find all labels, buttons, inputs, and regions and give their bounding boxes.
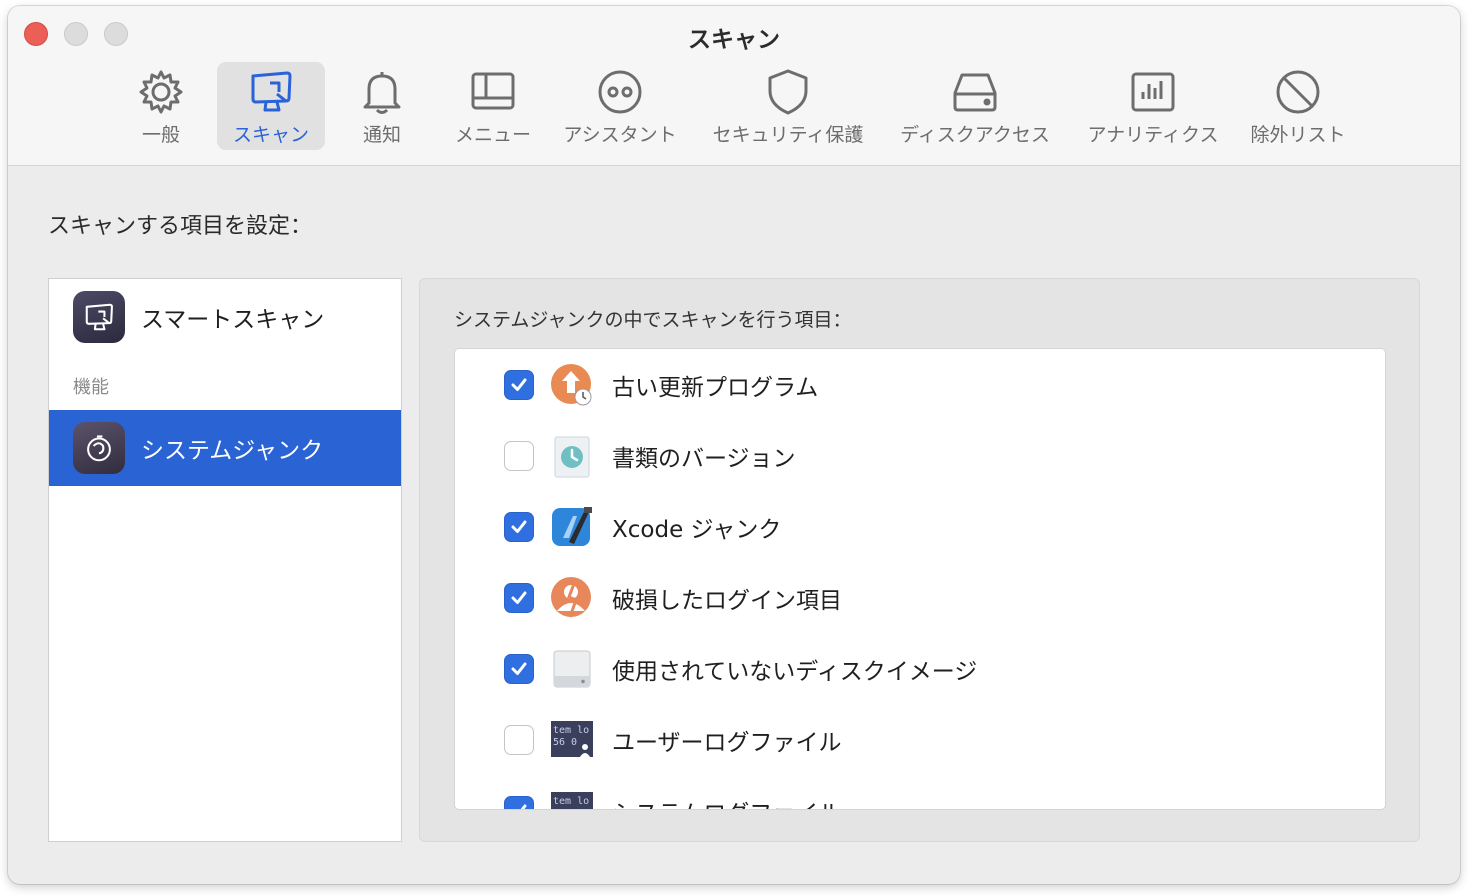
document-versions-icon <box>549 433 595 479</box>
list-item-label: 書類のバージョン <box>612 445 796 472</box>
window-title: スキャン <box>688 27 780 53</box>
preferences-window: スキャン 一般 スキャン 通知 メニュー アシスタント セキュリティ保護 ディス… <box>8 6 1460 884</box>
list-item: Xcode ジャンク <box>455 491 1385 562</box>
prohibited-icon <box>1271 66 1325 118</box>
tab-analytics[interactable]: アナリティクス <box>1074 62 1232 150</box>
section-title: スキャンする項目を設定： <box>48 214 313 239</box>
list-item-label: 破損したログイン項目 <box>612 587 842 614</box>
feature-sidebar: スマートスキャン 機能 システムジャンク <box>48 278 402 842</box>
analytics-icon <box>1126 66 1180 118</box>
user-log-file-icon: tem lo 56 0 <box>549 717 595 763</box>
system-log-file-icon: tem lo <box>549 788 595 809</box>
checkbox-user-log-files[interactable] <box>504 724 534 755</box>
tab-label: 通知 <box>362 124 401 146</box>
list-item-label: システムログファイル <box>612 794 841 810</box>
tab-label: スキャン <box>232 124 309 146</box>
sidebar-item-label: システムジャンク <box>141 438 324 464</box>
tab-label: 除外リスト <box>1250 124 1346 146</box>
tab-label: アナリティクス <box>1087 124 1219 146</box>
disk-image-icon <box>549 646 595 692</box>
scan-options-panel: システムジャンクの中でスキャンを行う項目： 古い更新プログラム 書類のバージョン… <box>419 278 1420 842</box>
broken-login-icon <box>549 575 595 621</box>
checkbox-xcode-junk[interactable] <box>504 511 534 542</box>
checkbox-broken-login-items[interactable] <box>504 582 534 613</box>
tab-label: 一般 <box>141 124 180 146</box>
list-item-label: 古い更新プログラム <box>612 374 819 401</box>
tab-label: アシスタント <box>563 124 677 146</box>
checkbox-document-versions[interactable] <box>504 440 534 471</box>
sidebar-item-label: スマートスキャン <box>141 307 325 333</box>
list-item: 使用されていないディスクイメージ <box>455 633 1385 704</box>
tab-security[interactable]: セキュリティ保護 <box>698 62 878 150</box>
tab-disk-access[interactable]: ディスクアクセス <box>888 62 1062 150</box>
shield-icon <box>761 66 815 118</box>
monitor-scan-icon <box>244 66 298 118</box>
list-item: 書類のバージョン <box>455 420 1385 491</box>
checkbox-old-updates[interactable] <box>504 369 534 400</box>
tab-label: ディスクアクセス <box>900 124 1050 146</box>
svg-text:56 0: 56 0 <box>553 737 577 748</box>
update-clock-icon <box>549 362 595 408</box>
tab-label: セキュリティ保護 <box>712 124 864 146</box>
list-item-label: Xcode ジャンク <box>612 516 782 543</box>
sidebar-item-smart-scan[interactable]: スマートスキャン <box>49 285 401 349</box>
list-item: 古い更新プログラム <box>455 349 1385 420</box>
tab-scan[interactable]: スキャン <box>217 62 325 150</box>
menu-window-icon <box>466 66 520 118</box>
scan-items-list[interactable]: 古い更新プログラム 書類のバージョン Xcode ジャンク 破損したログイン項目… <box>454 348 1386 810</box>
system-junk-app-icon <box>73 422 125 474</box>
bell-icon <box>355 66 409 118</box>
list-item-label: ユーザーログファイル <box>612 729 842 756</box>
title-bar: スキャン 一般 スキャン 通知 メニュー アシスタント セキュリティ保護 ディス… <box>8 6 1460 166</box>
disk-icon <box>948 66 1002 118</box>
gear-icon <box>134 66 188 118</box>
checkbox-unused-disk-images[interactable] <box>504 653 534 684</box>
tab-general[interactable]: 一般 <box>106 62 216 150</box>
tab-exclusions[interactable]: 除外リスト <box>1240 62 1356 150</box>
list-item-label: 使用されていないディスクイメージ <box>612 658 978 685</box>
tab-menu[interactable]: メニュー <box>438 62 548 150</box>
tab-assistant[interactable]: アシスタント <box>554 62 686 150</box>
svg-text:tem lo: tem lo <box>553 725 589 736</box>
xcode-icon <box>549 504 595 550</box>
tab-notifications[interactable]: 通知 <box>328 62 436 150</box>
assistant-icon <box>593 66 647 118</box>
smart-scan-app-icon <box>73 291 125 343</box>
list-item: tem lo システムログファイル <box>455 775 1385 810</box>
list-item: tem lo 56 0 ユーザーログファイル <box>455 704 1385 775</box>
checkbox-system-log-files[interactable] <box>504 795 534 809</box>
panel-title: システムジャンクの中でスキャンを行う項目： <box>454 309 852 331</box>
tab-label: メニュー <box>454 124 531 146</box>
sidebar-section-header: 機能 <box>73 377 109 398</box>
list-item: 破損したログイン項目 <box>455 562 1385 633</box>
svg-text:tem lo: tem lo <box>553 796 589 807</box>
sidebar-item-system-junk[interactable]: システムジャンク <box>49 410 401 486</box>
